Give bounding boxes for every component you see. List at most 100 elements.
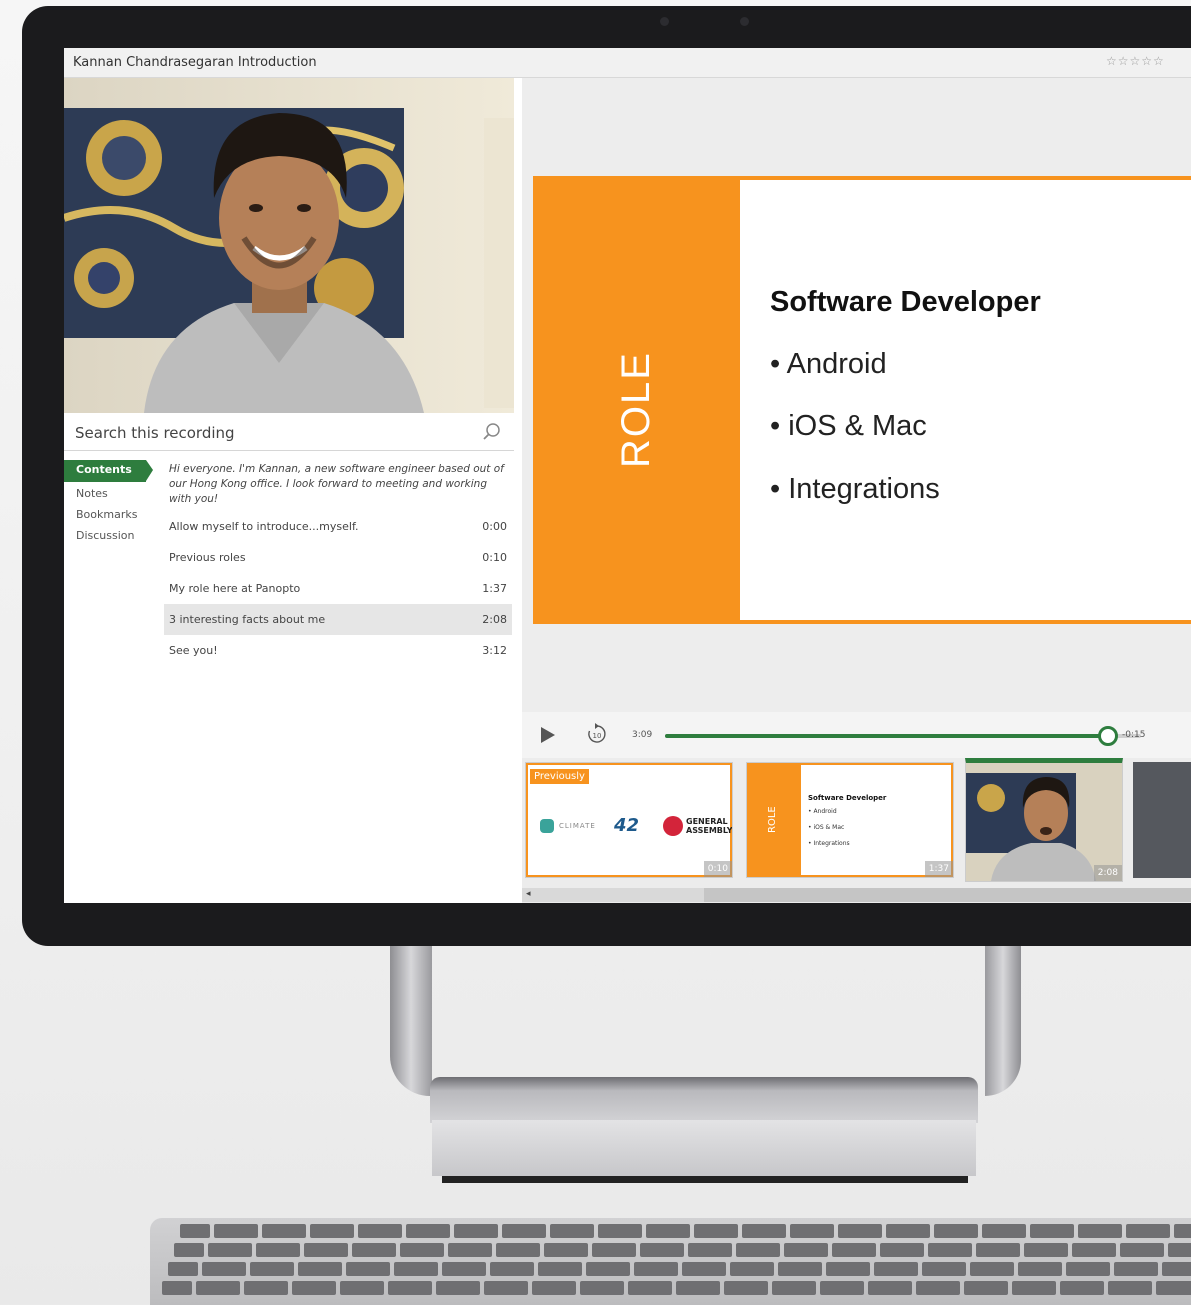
scrollbar-thumb[interactable] [704,888,1191,902]
keyboard-key [550,1224,594,1238]
progress-bar[interactable] [665,726,1141,746]
keyboard-key [832,1243,876,1257]
keyboard-key [724,1281,768,1295]
slide-bullet: • iOS & Mac [770,410,927,442]
keyboard-key [532,1281,576,1295]
keyboard-key [1114,1262,1158,1276]
scroll-left-icon[interactable]: ◂ [526,889,531,899]
climate-logo-icon [540,819,554,833]
keyboard-key [346,1262,390,1276]
keyboard-key [538,1262,582,1276]
slide-band-label: ROLE [614,351,658,468]
keyboard-key [442,1262,486,1276]
side-nav: Contents Notes Bookmarks Discussion [64,460,159,546]
caption-text: Hi everyone. I'm Kannan, a new software … [169,463,504,505]
keyboard-key [598,1224,642,1238]
tab-bookmarks[interactable]: Bookmarks [64,504,159,525]
keyboard-key [484,1281,528,1295]
keyboard-key [682,1262,726,1276]
table-row[interactable]: See you! 3:12 [164,635,512,666]
star-rating[interactable]: ☆☆☆☆☆ [1106,54,1165,68]
keyboard-key [784,1243,828,1257]
thumbnail-next[interactable] [1133,762,1191,878]
slide-bullet: • Android [770,348,887,380]
toc-title: My role here at Panopto [169,582,301,595]
toc-time: 1:37 [482,582,507,595]
keyboard-key [196,1281,240,1295]
keyboard-key [162,1281,192,1295]
toc-time: 0:00 [482,520,507,533]
rewind-10-icon[interactable]: 10 [586,723,608,749]
42-labs-logo-icon: 42 [614,815,640,836]
keyboard-key [1066,1262,1110,1276]
thumbnail-slide-bullet: • Integrations [808,840,850,847]
thumbnail-slide-bullet: • Android [808,808,837,815]
thumbnail-time: 2:08 [1093,865,1122,881]
keyboard-key [592,1243,636,1257]
keyboard-key [202,1262,246,1276]
table-row[interactable]: Previous roles 0:10 [164,542,512,573]
stand-arm-right [985,946,1021,1096]
search-icon[interactable] [482,422,502,446]
left-panel: Search this recording Contents Notes Boo… [64,78,521,903]
camera-icon [660,17,669,26]
tab-discussion[interactable]: Discussion [64,525,159,546]
stand-base-front [432,1120,976,1176]
search-box[interactable]: Search this recording [64,414,514,451]
keyboard-key [1120,1243,1164,1257]
keyboard-key [1126,1224,1170,1238]
keyboard-key [352,1243,396,1257]
keyboard-key [168,1262,198,1276]
table-row-selected[interactable]: 3 interesting facts about me 2:08 [164,604,512,635]
keyboard-key [1030,1224,1074,1238]
thumbnail-label: Previously [530,769,589,784]
keyboard-key [922,1262,966,1276]
keyboard-key [310,1224,354,1238]
keyboard-key [406,1224,450,1238]
stand-arm-left [390,946,432,1096]
toc-title: 3 interesting facts about me [169,613,326,626]
keyboard-key [874,1262,918,1276]
toc-title: Previous roles [169,551,246,564]
climate-logo-text: CLIMATE [559,822,596,830]
table-row[interactable]: Allow myself to introduce...myself. 0:00 [164,511,512,542]
keyboard-key [1072,1243,1116,1257]
keyboard-key [676,1281,720,1295]
keyboard-key [886,1224,930,1238]
slide-bullet: • Integrations [770,473,940,505]
thumbnail-role-slide[interactable]: ROLE Software Developer • Android • iOS … [746,762,954,878]
keyboard-key [448,1243,492,1257]
keyboard-key [1024,1243,1068,1257]
tab-notes[interactable]: Notes [64,483,159,504]
keyboard-key [742,1224,786,1238]
thumbnail-time: 1:37 [924,861,953,877]
toc-time: 3:12 [482,644,507,657]
app-screen: Kannan Chandrasegaran Introduction ☆☆☆☆☆ [64,48,1191,903]
thumbnail-video-current[interactable]: 2:08 [965,758,1123,882]
keyboard-key [580,1281,624,1295]
slide-band: ROLE [533,176,740,624]
keyboard-key [820,1281,864,1295]
keyboard-key [982,1224,1026,1238]
keyboard-key [244,1281,288,1295]
keyboard-key [490,1262,534,1276]
presenter-video[interactable] [64,78,514,413]
keyboard-key [964,1281,1008,1295]
keyboard-key [1018,1262,1062,1276]
general-assembly-logo-icon [663,816,683,836]
play-icon[interactable] [540,726,556,748]
thumbnail-previously[interactable]: Previously CLIMATE 42 GENERAL ASSEMBLY 0… [525,762,733,878]
right-panel: ROLE Software Developer • Android • iOS … [522,78,1191,903]
keyboard-key [688,1243,732,1257]
player-controls: 10 3:09 -0:15 [522,712,1191,758]
keyboard-key [976,1243,1020,1257]
time-elapsed: 3:09 [632,730,653,740]
table-row[interactable]: My role here at Panopto 1:37 [164,573,512,604]
thumbnail-scrollbar[interactable]: ◂ [522,888,1191,902]
keyboard-key [694,1224,738,1238]
search-input[interactable]: Search this recording [75,424,235,442]
keyboard-key [256,1243,300,1257]
tab-contents[interactable]: Contents [64,460,153,482]
keyboard-key [292,1281,336,1295]
progress-handle[interactable] [1097,726,1118,746]
